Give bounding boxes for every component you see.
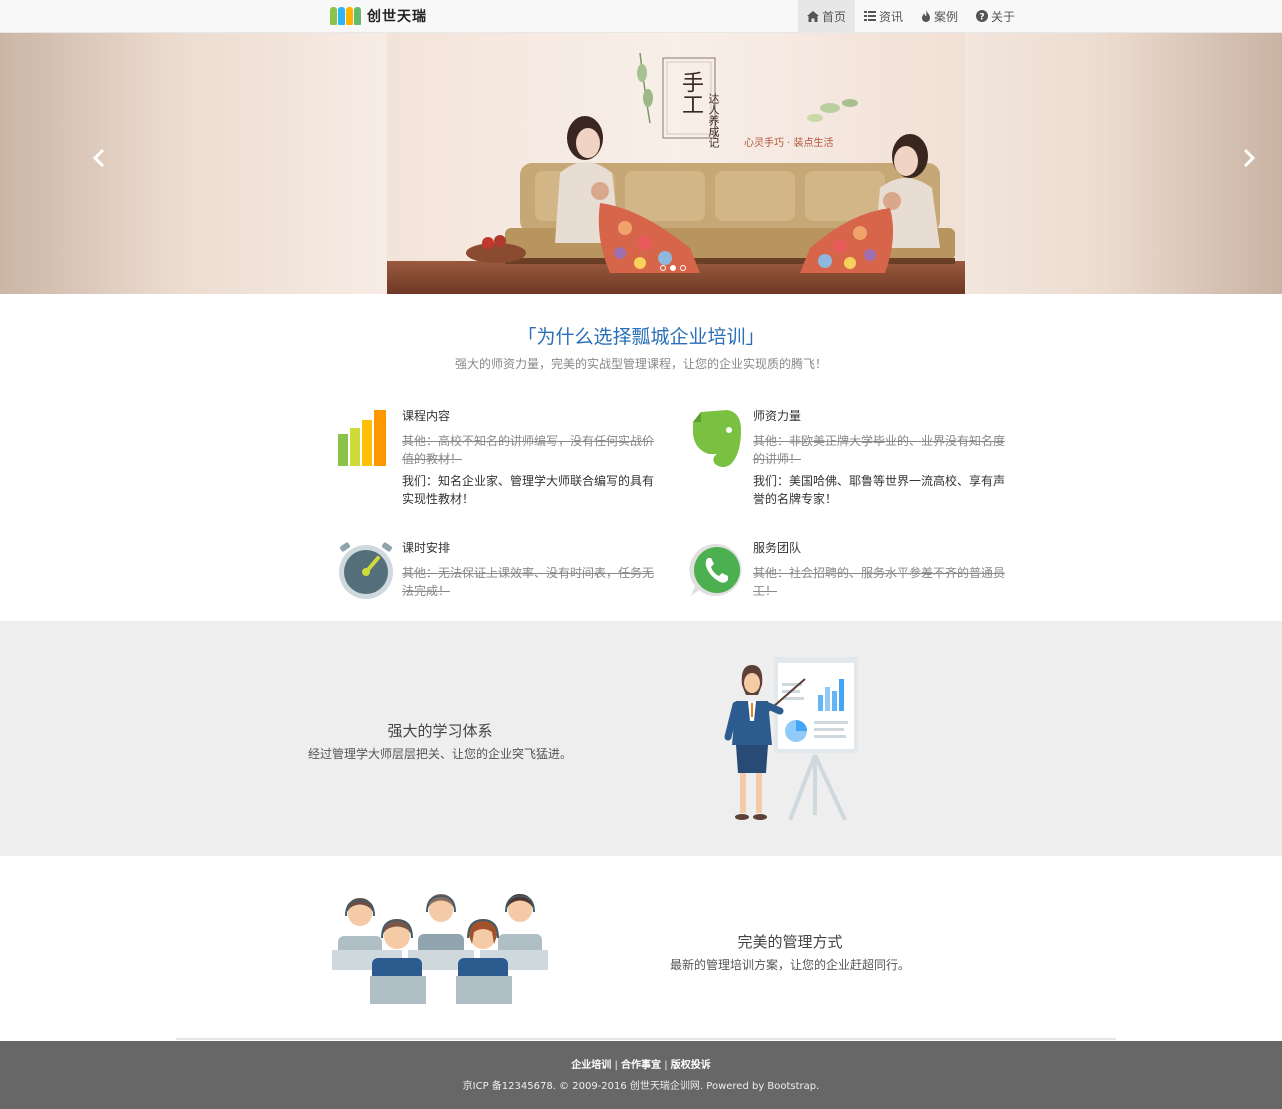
management-section: 完美的管理方式 最新的管理培训方案，让您的企业赶超同行。 (0, 856, 1282, 1041)
carousel-prev-button[interactable] (92, 148, 106, 174)
carousel-indicator-1[interactable] (660, 265, 666, 271)
nav-item-home[interactable]: 首页 (798, 0, 856, 32)
footer-links: 企业培训 | 合作事宜 | 版权投诉 (0, 1056, 1282, 1071)
evernote-elephant-icon (687, 408, 749, 470)
learning-title: 强大的学习体系 (387, 722, 493, 740)
call-center-team-illustration (332, 894, 548, 1004)
nav-item-news[interactable]: 资讯 (855, 0, 912, 32)
fire-icon (921, 10, 931, 22)
brand-name: 创世天瑞 (367, 9, 427, 25)
feature-ours-text: 我们：美国哈佛、耶鲁等世界一流高校、享有声誉的名牌专家！ (753, 474, 1006, 506)
banner-image (387, 33, 965, 294)
carousel-indicator-2[interactable] (670, 265, 676, 271)
carousel-indicator-3[interactable] (680, 265, 686, 271)
management-text: 最新的管理培训方案，让您的企业赶超同行。 (669, 958, 910, 972)
management-text-block: 完美的管理方式 最新的管理培训方案，让您的企业赶超同行。 (650, 931, 930, 973)
feature-ours-text: 我们：知名企业家、管理学大师联合编写的具有实现性教材！ (402, 474, 655, 506)
chevron-right-icon (1243, 148, 1256, 168)
section-title: 「为什么选择瓢城企业培训」 (517, 326, 765, 348)
hero-carousel[interactable]: 手工 达人养成记 心灵手巧 · 装点生活 (0, 33, 1282, 294)
presenter-whiteboard-illustration (724, 657, 858, 821)
banner-title: 手工 (678, 71, 703, 115)
feature-other-text: 其他：无法保证上课效率、没有时间表，任务无法完成！ (402, 566, 655, 598)
feature-other-text: 其他：高校不知名的讲师编写，没有任何实战价值的教材！ (402, 434, 655, 466)
feature-schedule: 课时安排 其他：无法保证上课效率、没有时间表，任务无法完成！ (336, 540, 666, 604)
banner-slogan: 心灵手巧 · 装点生活 (744, 138, 834, 149)
list-icon (864, 11, 877, 21)
section-subtitle: 强大的师资力量，完美的实战型管理课程，让您的企业实现质的腾飞！ (454, 357, 827, 371)
feature-title: 课时安排 (402, 541, 451, 555)
chevron-left-icon (92, 148, 105, 168)
footer-link-cooperation[interactable]: 合作事宜 (621, 1060, 661, 1071)
carousel-indicators (660, 265, 686, 271)
footer-link-copyright-complaint[interactable]: 版权投诉 (671, 1060, 711, 1071)
footer-separator: | (664, 1060, 668, 1071)
nav-item-cases[interactable]: 案例 (912, 0, 967, 32)
stopwatch-icon (336, 540, 398, 602)
feature-service-team: 服务团队 其他：社会招聘的、服务水平参差不齐的普通员工！ (687, 540, 1017, 604)
brand-logo[interactable]: 创世天瑞 (330, 5, 427, 27)
feature-title: 师资力量 (753, 409, 802, 423)
footer-link-training[interactable]: 企业培训 (571, 1060, 611, 1071)
main-nav: 首页 资讯 案例 ? 关于 (798, 0, 1024, 32)
feature-other-text: 其他：社会招聘的、服务水平参差不齐的普通员工！ (753, 566, 1006, 598)
learning-text-block: 强大的学习体系 经过管理学大师层层把关、让您的企业突飞猛进。 (300, 720, 580, 762)
home-icon (807, 10, 819, 22)
nav-item-label: 资讯 (879, 9, 904, 24)
feature-teachers: 师资力量 其他：非欧美正牌大学毕业的、业界没有知名度的讲师！ 我们：美国哈佛、耶… (687, 408, 1017, 518)
bar-chart-icon (336, 408, 398, 470)
whatsapp-phone-icon (687, 540, 749, 602)
section-divider (176, 1038, 1116, 1040)
feature-course-content: 课程内容 其他：高校不知名的讲师编写，没有任何实战价值的教材！ 我们：知名企业家… (336, 408, 666, 518)
nav-item-label: 关于 (991, 9, 1016, 24)
nav-item-label: 案例 (934, 9, 959, 24)
feature-title: 课程内容 (402, 409, 451, 423)
footer-copyright: 京ICP 备12345678. © 2009-2016 创世天瑞企训网. Pow… (462, 1081, 820, 1092)
nav-item-label: 首页 (822, 9, 847, 24)
carousel-next-button[interactable] (1242, 148, 1256, 174)
question-circle-icon: ? (976, 10, 989, 22)
svg-text:?: ? (979, 12, 984, 22)
feature-other-text: 其他：非欧美正牌大学毕业的、业界没有知名度的讲师！ (753, 434, 1006, 466)
feature-title: 服务团队 (753, 541, 802, 555)
nav-item-about[interactable]: ? 关于 (967, 0, 1024, 32)
learning-text: 经过管理学大师层层把关、让您的企业突飞猛进。 (307, 747, 572, 761)
logo-figures-icon (330, 7, 361, 25)
footer-separator: | (614, 1060, 618, 1071)
navbar: 创世天瑞 首页 资讯 案例 ? 关于 (0, 0, 1282, 33)
management-title: 完美的管理方式 (737, 933, 843, 951)
banner-vertical-text: 达人养成记 (707, 93, 720, 148)
footer: 企业培训 | 合作事宜 | 版权投诉 京ICP 备12345678. © 200… (0, 1041, 1282, 1109)
learning-section: 强大的学习体系 经过管理学大师层层把关、让您的企业突飞猛进。 (0, 621, 1282, 856)
